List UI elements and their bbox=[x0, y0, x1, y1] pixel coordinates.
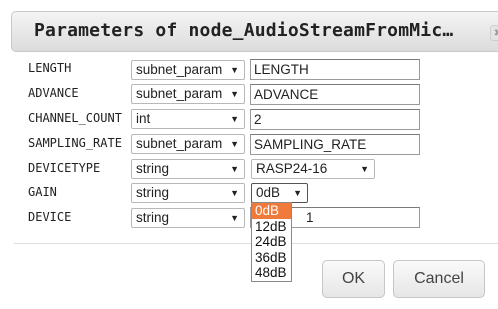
param-label-advance: ADVANCE bbox=[28, 86, 79, 100]
param-type-select-devicetype[interactable]: string ▼ bbox=[131, 159, 245, 179]
gain-option[interactable]: 12dB bbox=[252, 219, 291, 235]
param-label-devicetype: DEVICETYPE bbox=[28, 161, 101, 175]
gain-option[interactable]: 0dB bbox=[252, 203, 291, 219]
chevron-down-icon: ▼ bbox=[293, 188, 302, 198]
param-label-gain: GAIN bbox=[28, 185, 57, 199]
param-type-select-length[interactable]: subnet_param ▼ bbox=[131, 60, 245, 80]
param-type-select-device[interactable]: string ▼ bbox=[131, 208, 245, 228]
ok-button[interactable]: OK bbox=[322, 260, 385, 298]
gain-option[interactable]: 36dB bbox=[252, 250, 291, 266]
param-type-value: string bbox=[136, 185, 170, 200]
gain-options-list[interactable]: 0dB 12dB 24dB 36dB 48dB bbox=[251, 202, 292, 282]
chevron-down-icon: ▼ bbox=[230, 164, 239, 174]
chevron-down-icon: ▼ bbox=[360, 164, 369, 174]
gain-option[interactable]: 24dB bbox=[252, 234, 291, 250]
param-value-input-advance[interactable]: ADVANCE bbox=[250, 84, 420, 105]
chevron-down-icon: ▼ bbox=[230, 188, 239, 198]
cancel-button[interactable]: Cancel bbox=[393, 260, 485, 298]
param-value-input-length[interactable]: LENGTH bbox=[250, 59, 420, 80]
param-type-select-gain[interactable]: string ▼ bbox=[131, 183, 245, 203]
close-icon[interactable]: ✖ bbox=[490, 25, 498, 41]
param-type-value: subnet_param bbox=[136, 136, 223, 151]
param-value-input-channel-count[interactable]: 2 bbox=[250, 109, 420, 130]
devicetype-selected-value: RASP24-16 bbox=[256, 161, 328, 176]
param-type-value: subnet_param bbox=[136, 62, 223, 77]
param-label-channel-count: CHANNEL_COUNT bbox=[28, 111, 122, 125]
gain-option[interactable]: 48dB bbox=[252, 265, 291, 281]
chevron-down-icon: ▼ bbox=[230, 139, 239, 149]
chevron-down-icon: ▼ bbox=[230, 213, 239, 223]
chevron-down-icon: ▼ bbox=[230, 65, 239, 75]
chevron-down-icon: ▼ bbox=[230, 114, 239, 124]
param-type-value: int bbox=[136, 111, 151, 126]
param-type-value: string bbox=[136, 161, 170, 176]
devicetype-value-select[interactable]: RASP24-16 ▼ bbox=[251, 159, 375, 179]
param-type-value: string bbox=[136, 210, 170, 225]
param-label-length: LENGTH bbox=[28, 61, 72, 75]
dialog-title: Parameters of node_AudioStreamFromMic… bbox=[34, 20, 454, 41]
param-type-select-channel-count[interactable]: int ▼ bbox=[131, 109, 245, 129]
dialog-titlebar[interactable]: Parameters of node_AudioStreamFromMic… ✖ bbox=[11, 11, 498, 52]
param-type-select-sampling-rate[interactable]: subnet_param ▼ bbox=[131, 134, 245, 154]
param-value-input-sampling-rate[interactable]: SAMPLING_RATE bbox=[250, 134, 420, 155]
param-label-sampling-rate: SAMPLING_RATE bbox=[28, 136, 122, 150]
param-type-select-advance[interactable]: subnet_param ▼ bbox=[131, 84, 245, 104]
gain-selected-value: 0dB bbox=[256, 185, 281, 200]
param-label-device: DEVICE bbox=[28, 210, 72, 224]
param-type-value: subnet_param bbox=[136, 86, 223, 101]
chevron-down-icon: ▼ bbox=[230, 89, 239, 99]
gain-value-select[interactable]: 0dB ▼ bbox=[251, 183, 308, 203]
